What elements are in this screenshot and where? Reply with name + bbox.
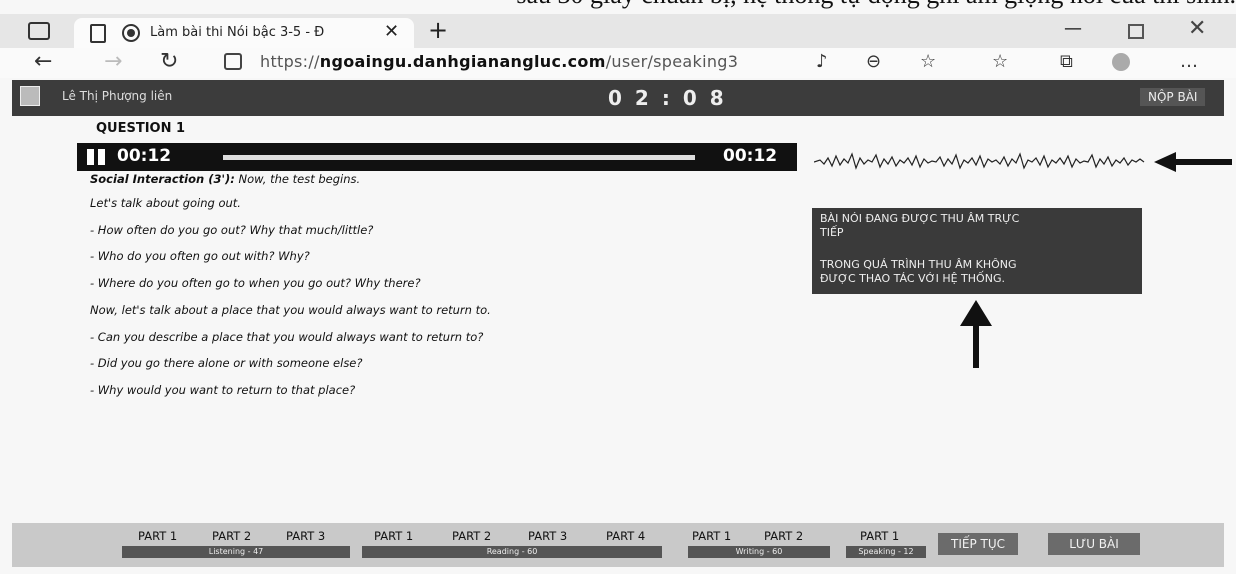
listening-label: Listening - 47 <box>122 546 350 558</box>
favorites-icon[interactable]: ☆ <box>992 51 1008 72</box>
student-name: Lê Thị Phượng liên <box>62 89 173 103</box>
speaking-label: Speaking - 12 <box>846 546 926 558</box>
favicon-icon <box>122 24 140 42</box>
writing-group: PART 1 PART 2 Writing - 60 <box>688 529 834 565</box>
question-line: - How often do you go out? Why that much… <box>90 223 374 237</box>
collections-icon[interactable]: ⧉ <box>1060 51 1073 72</box>
forward-icon[interactable]: → <box>104 49 122 74</box>
writing-part-1[interactable]: PART 1 <box>692 529 731 543</box>
listening-part-3[interactable]: PART 3 <box>286 529 325 543</box>
question-line: - Can you describe a place that you woul… <box>90 330 484 344</box>
reading-part-4[interactable]: PART 4 <box>606 529 645 543</box>
question-line: - Did you go there alone or with someone… <box>90 356 363 370</box>
maximize-icon[interactable] <box>1128 24 1144 39</box>
player-progress[interactable] <box>223 155 695 160</box>
countdown-timer: 02:08 <box>608 86 737 110</box>
browser-tab[interactable]: Làm bài thi Nói bậc 3-5 - Đ ✕ <box>74 18 414 48</box>
sidebar-icon[interactable] <box>28 22 50 40</box>
lock-icon[interactable] <box>224 53 242 70</box>
refresh-icon[interactable]: ↻ <box>160 49 178 74</box>
speaking-group: PART 1 Speaking - 12 <box>846 529 926 565</box>
question-line: Now, let's talk about a place that you w… <box>90 303 491 317</box>
url-text: https://ngoaingu.danhgianangluc.com/user… <box>260 52 739 71</box>
question-line: Let's talk about going out. <box>90 196 241 210</box>
browser-toolbar: ← → ↻ https://ngoaingu.danhgianangluc.co… <box>0 48 1236 78</box>
tab-title: Làm bài thi Nói bậc 3-5 - Đ <box>150 25 325 40</box>
submit-button[interactable]: NỘP BÀI <box>1140 88 1206 106</box>
plus-icon[interactable]: + <box>428 16 448 44</box>
close-icon[interactable]: ✕ <box>384 21 399 42</box>
player-total: 00:12 <box>723 146 778 166</box>
listening-part-1[interactable]: PART 1 <box>138 529 177 543</box>
reading-part-1[interactable]: PART 1 <box>374 529 413 543</box>
question-title: QUESTION 1 <box>96 121 186 136</box>
audio-player: 00:12 00:12 <box>77 143 797 171</box>
back-icon[interactable]: ← <box>34 49 52 74</box>
app-header: Lê Thị Phượng liên 02:08 NỘP BÀI <box>12 80 1224 116</box>
profile-icon[interactable] <box>1112 53 1130 71</box>
document-icon <box>90 24 106 43</box>
continue-button[interactable]: TIẾP TỤC <box>938 533 1018 555</box>
zoom-icon[interactable]: ⊖ <box>866 51 881 72</box>
player-elapsed: 00:12 <box>117 146 172 166</box>
question-line: - Where do you often go to when you go o… <box>90 276 421 290</box>
recording-notice: BÀI NÓI ĐANG ĐƯỢC THU ÂM TRỰC TIẾP TRONG… <box>812 208 1142 294</box>
reading-part-2[interactable]: PART 2 <box>452 529 491 543</box>
favorite-add-icon[interactable]: ☆ <box>920 51 936 72</box>
section-nav-bar: PART 1 PART 2 PART 3 Listening - 47 PART… <box>12 523 1224 567</box>
notice-line-2: TRONG QUÁ TRÌNH THU ÂM KHÔNG ĐƯỢC THAO T… <box>820 258 1017 285</box>
reading-group: PART 1 PART 2 PART 3 PART 4 Reading - 60 <box>362 529 678 565</box>
listening-part-2[interactable]: PART 2 <box>212 529 251 543</box>
listening-group: PART 1 PART 2 PART 3 Listening - 47 <box>122 529 350 565</box>
question-line: - Who do you often go out with? Why? <box>90 249 310 263</box>
notice-line-1: BÀI NÓI ĐANG ĐƯỢC THU ÂM TRỰC TIẾP <box>820 212 1020 239</box>
caption-text: sau 30 giây chuẩn bị, hệ thống tự động g… <box>0 0 1236 12</box>
app-logo <box>20 86 40 106</box>
reading-label: Reading - 60 <box>362 546 662 558</box>
minimize-icon[interactable]: — <box>1064 18 1082 39</box>
waveform-icon <box>814 152 1145 170</box>
window-close-icon[interactable]: ✕ <box>1188 16 1206 41</box>
question-line: - Why would you want to return to that p… <box>90 383 356 397</box>
writing-part-2[interactable]: PART 2 <box>764 529 803 543</box>
writing-label: Writing - 60 <box>688 546 830 558</box>
speaking-part-1[interactable]: PART 1 <box>860 529 899 543</box>
reading-part-3[interactable]: PART 3 <box>528 529 567 543</box>
pause-icon[interactable] <box>87 149 107 165</box>
more-icon[interactable]: … <box>1180 51 1198 72</box>
read-aloud-icon[interactable]: ♪ <box>816 51 828 72</box>
save-button[interactable]: LƯU BÀI <box>1048 533 1140 555</box>
arrow-left-icon <box>1154 152 1232 172</box>
browser-tab-strip: Làm bài thi Nói bậc 3-5 - Đ ✕ + — ✕ <box>0 14 1236 48</box>
arrow-up-icon <box>960 300 992 368</box>
question-intro: Social Interaction (3'): Now, the test b… <box>90 172 361 186</box>
